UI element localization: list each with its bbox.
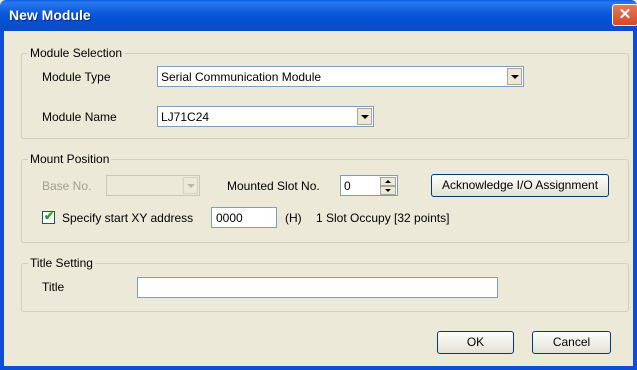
title-bar[interactable]: New Module ✕ xyxy=(0,0,637,31)
ok-button[interactable]: OK xyxy=(437,331,514,354)
window-frame-left xyxy=(0,31,4,370)
module-name-value: LJ71C24 xyxy=(161,110,210,124)
spin-up-icon xyxy=(385,180,391,183)
base-no-label: Base No. xyxy=(42,179,92,193)
mounted-slot-spinner[interactable]: 0 xyxy=(340,175,398,196)
check-icon: ✔ xyxy=(44,209,55,223)
chevron-down-icon xyxy=(361,115,369,119)
close-icon: ✕ xyxy=(618,6,632,23)
chevron-down-icon xyxy=(187,184,195,188)
spin-up-button[interactable] xyxy=(380,177,396,186)
title-label: Title xyxy=(42,280,65,294)
chevron-down-icon xyxy=(511,75,519,79)
module-type-value: Serial Communication Module xyxy=(161,70,322,84)
module-name-label: Module Name xyxy=(42,110,117,124)
mount-position-group: Mount Position xyxy=(21,152,629,243)
window-frame-right xyxy=(633,31,637,370)
module-type-select[interactable]: Serial Communication Module xyxy=(157,66,524,87)
spin-down-button[interactable] xyxy=(380,186,396,195)
hex-suffix-label: (H) xyxy=(285,211,302,225)
module-type-dropdown-button[interactable] xyxy=(507,68,522,85)
module-name-dropdown-button[interactable] xyxy=(357,108,372,125)
specify-start-xy-label: Specify start XY address xyxy=(62,211,194,225)
base-no-dropdown-button[interactable] xyxy=(183,177,198,194)
mount-position-legend: Mount Position xyxy=(28,152,112,166)
base-no-select[interactable] xyxy=(106,175,200,196)
mounted-slot-label: Mounted Slot No. xyxy=(227,179,320,193)
title-setting-legend: Title Setting xyxy=(28,256,95,270)
module-selection-legend: Module Selection xyxy=(28,46,125,60)
module-name-select[interactable]: LJ71C24 xyxy=(157,106,374,127)
spin-down-icon xyxy=(385,189,391,192)
window-title: New Module xyxy=(9,7,91,23)
new-module-dialog: New Module ✕ Module Selection Module Typ… xyxy=(0,0,637,370)
close-button[interactable]: ✕ xyxy=(612,4,637,26)
cancel-button[interactable]: Cancel xyxy=(532,331,611,354)
slot-occupy-text: 1 Slot Occupy [32 points] xyxy=(316,211,450,225)
module-type-label: Module Type xyxy=(42,70,111,84)
mounted-slot-value: 0 xyxy=(344,179,351,193)
specify-start-xy-checkbox[interactable]: ✔ xyxy=(42,209,55,224)
start-xy-address-input[interactable]: 0000 xyxy=(211,207,277,228)
title-input[interactable] xyxy=(137,277,498,298)
window-frame-bottom xyxy=(0,366,637,370)
acknowledge-io-button[interactable]: Acknowledge I/O Assignment xyxy=(431,174,609,197)
